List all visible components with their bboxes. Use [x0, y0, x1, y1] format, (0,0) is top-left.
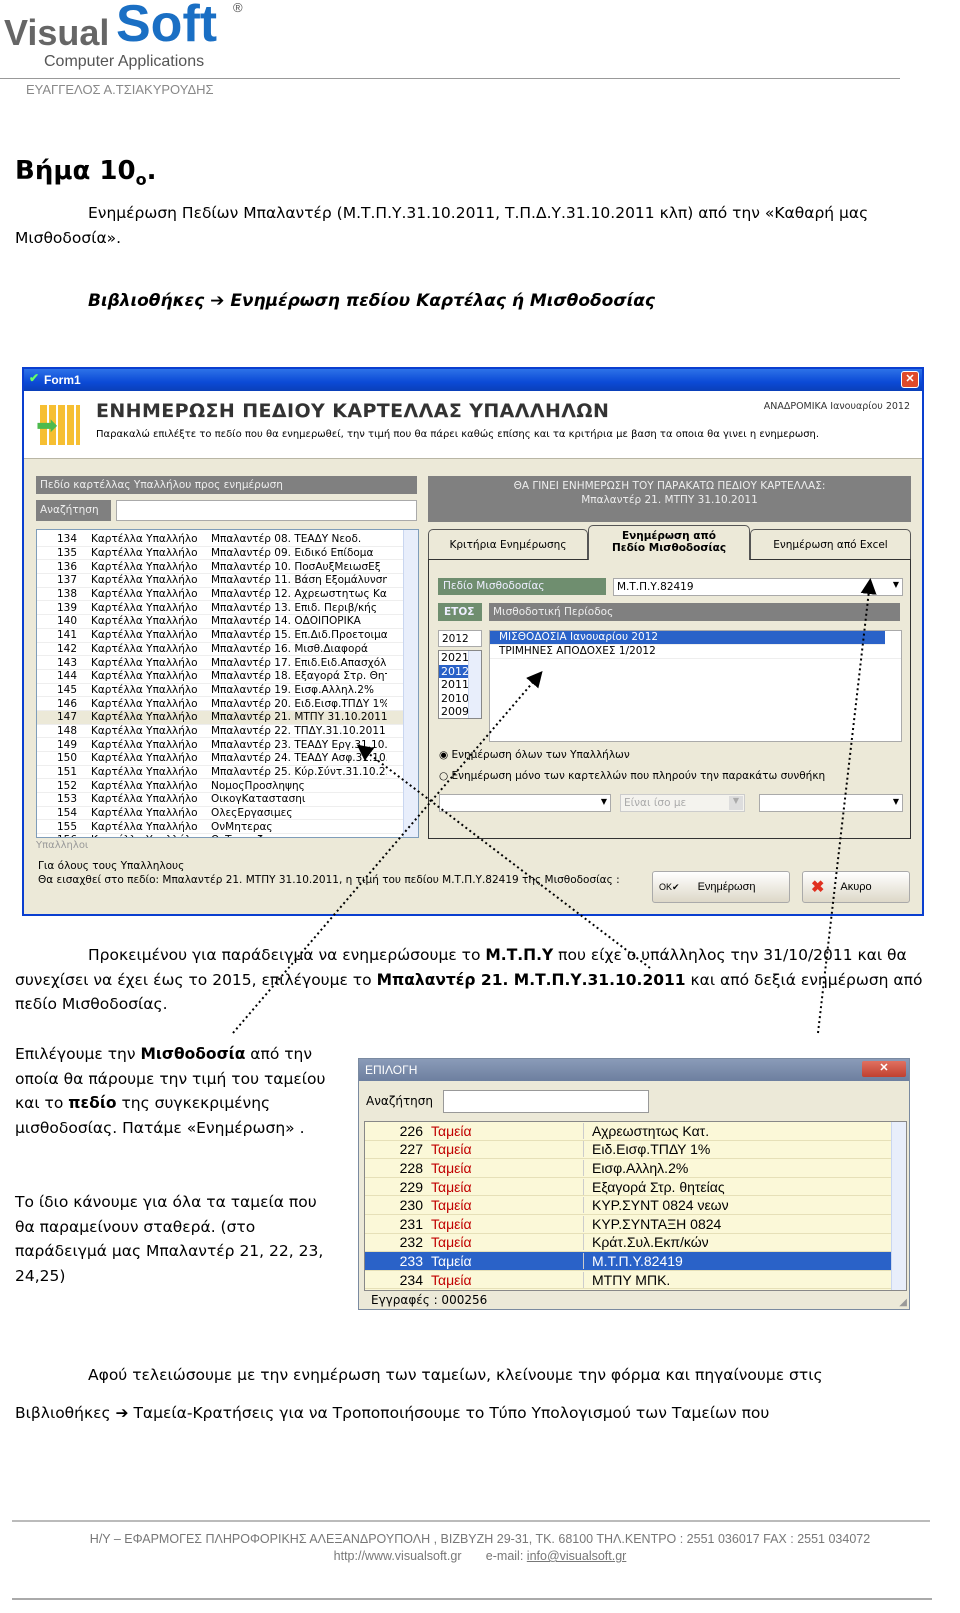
arrow-to-field-list — [356, 744, 651, 969]
tab-payroll-field[interactable]: Ενημέρωση από Πεδίο Μισθοδοσίας — [588, 525, 750, 560]
arrow-to-period-list — [232, 670, 543, 1034]
arrow-to-payroll-field — [817, 578, 877, 1034]
annotation-arrows — [232, 578, 877, 1034]
